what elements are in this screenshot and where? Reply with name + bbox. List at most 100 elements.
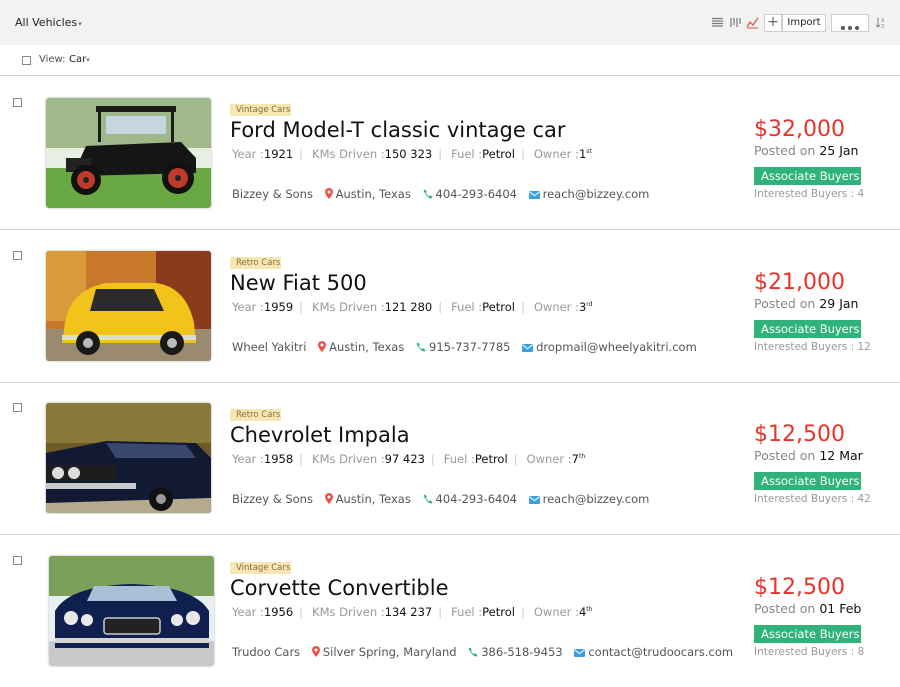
year-label: Year : [232,452,264,466]
fiat-500-photo[interactable] [46,251,211,361]
kms-label: KMs Driven : [312,605,385,619]
email-icon [522,341,534,355]
owner-suffix: th [578,453,586,461]
email-icon [528,188,540,202]
sort-icon[interactable]: AZ [875,16,889,30]
more-icon [841,26,845,30]
kms-value: 134 237 [384,605,433,619]
dealer-location: Silver Spring, Maryland [322,645,457,659]
associate-buyers-button[interactable]: Associate Buyers [754,320,861,338]
chevron-down-icon: ▾ [86,56,90,64]
view-label: View: [39,54,66,65]
kms-label: KMs Driven : [312,300,385,314]
import-button[interactable]: Import [782,14,826,32]
dealer-email[interactable]: reach@bizzey.com [543,187,650,201]
fuel-value: Petrol [482,605,515,619]
kanban-view-icon[interactable] [729,16,743,30]
price: $21,000 [754,270,845,295]
dealer-name[interactable]: Trudoo Cars [232,645,300,659]
dealer-phone[interactable]: 404-293-6404 [436,492,517,506]
dealer-name[interactable]: Bizzey & Sons [232,187,313,201]
listing-row[interactable]: Vintage Cars Corvette Convertible Year :… [0,535,900,687]
row-checkbox[interactable] [13,403,22,412]
dealer-email[interactable]: contact@trudoocars.com [588,645,733,659]
row-checkbox[interactable] [13,98,22,107]
price: $12,500 [754,575,845,600]
dealer-email[interactable]: dropmail@wheelyakitri.com [536,340,697,354]
owner-suffix: rd [586,301,593,309]
vehicle-specs: Year :1956 | KMs Driven :134 237 | Fuel :Pet… [232,605,593,619]
email-icon [574,646,586,660]
dealer-contact: Wheel Yakitri Austin, Texas 915-737-7785… [232,340,697,355]
list-view-icon[interactable] [711,16,725,30]
year-label: Year : [232,300,264,314]
listing-title[interactable]: Corvette Convertible [230,576,449,600]
owner-value: 7 [571,452,579,466]
location-pin-icon [311,646,320,660]
corvette-convertible-photo[interactable] [49,556,214,666]
row-checkbox[interactable] [13,251,22,260]
chevrolet-impala-photo[interactable] [46,403,211,513]
more-options-button[interactable] [831,14,869,32]
location-pin-icon [324,493,333,507]
fuel-value: Petrol [482,300,515,314]
dealer-phone[interactable]: 915-737-7785 [429,340,510,354]
associate-buyers-button[interactable]: Associate Buyers [754,472,861,490]
dealer-contact: Trudoo Cars Silver Spring, Maryland 386-… [232,645,733,660]
dealer-email[interactable]: reach@bizzey.com [543,492,650,506]
listing-title[interactable]: New Fiat 500 [230,271,367,295]
add-button[interactable]: + [764,14,782,32]
associate-buyers-button[interactable]: Associate Buyers [754,625,861,643]
kms-label: KMs Driven : [312,147,385,161]
fuel-label: Fuel : [443,452,475,466]
dealer-location: Austin, Texas [335,187,411,201]
fuel-label: Fuel : [451,300,483,314]
owner-label: Owner : [526,452,572,466]
listing-row[interactable]: Retro Cars New Fiat 500 Year :1959 | KMs D… [0,230,900,383]
posted-date-value: 29 Jan [819,296,859,311]
listing-title[interactable]: Ford Model-T classic vintage car [230,118,566,142]
ford-model-t-photo[interactable] [46,98,211,208]
dealer-name[interactable]: Bizzey & Sons [232,492,313,506]
category-tag: Retro Cars [230,257,282,269]
posted-date: Posted on 01 Feb [754,601,861,616]
owner-label: Owner : [533,300,579,314]
vehicle-specs: Year :1921 | KMs Driven :150 323 | Fuel :Pet… [232,147,592,161]
posted-date-value: 12 Mar [819,448,863,463]
location-pin-icon [318,341,327,355]
chevron-down-icon: ▾ [78,20,82,28]
dealer-name[interactable]: Wheel Yakitri [232,340,306,354]
dealer-location: Austin, Texas [329,340,405,354]
owner-label: Owner : [533,147,579,161]
breadcrumb[interactable]: All Vehicles▾ [15,16,82,29]
dealer-contact: Bizzey & Sons Austin, Texas 404-293-6404… [232,492,649,507]
interested-buyers-count: Interested Buyers : 12 [754,341,871,353]
dealer-phone[interactable]: 404-293-6404 [436,187,517,201]
top-bar: All Vehicles▾ + Import AZ [0,0,900,45]
listing-row[interactable]: Retro Cars Chevrolet Impala Year :1958 | K… [0,382,900,535]
breadcrumb-label: All Vehicles [15,16,78,29]
view-value: Car [69,54,87,65]
dealer-contact: Bizzey & Sons Austin, Texas 404-293-6404… [232,187,649,202]
listing-row[interactable]: Vintage Cars Ford Model-T classic vintag… [0,77,900,230]
fuel-label: Fuel : [451,605,483,619]
vehicle-specs: Year :1958 | KMs Driven :97 423 | Fuel :Petr… [232,452,586,466]
view-selector[interactable]: Car▾ [69,54,90,65]
dealer-phone[interactable]: 386-518-9453 [481,645,562,659]
dealer-location: Austin, Texas [335,492,411,506]
select-all-checkbox[interactable] [22,56,31,65]
fuel-value: Petrol [482,147,515,161]
kms-value: 97 423 [384,452,425,466]
year-value: 1959 [263,300,294,314]
phone-icon [468,646,478,660]
kms-label: KMs Driven : [312,452,385,466]
kms-value: 150 323 [384,147,433,161]
owner-suffix: st [586,148,592,156]
chart-view-icon[interactable] [746,16,760,30]
plus-icon: + [767,14,779,30]
year-value: 1956 [263,605,294,619]
listing-title[interactable]: Chevrolet Impala [230,423,410,447]
row-checkbox[interactable] [13,556,22,565]
associate-buyers-button[interactable]: Associate Buyers [754,167,861,185]
phone-icon [416,341,426,355]
